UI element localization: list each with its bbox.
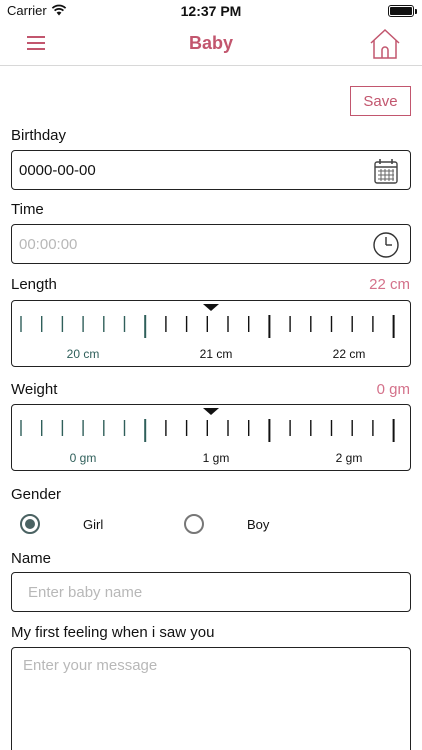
- status-bar: Carrier 12:37 PM: [0, 0, 422, 22]
- weight-ruler[interactable]: 0 gm 1 gm 2 gm: [11, 404, 411, 471]
- birthday-field[interactable]: 0000-00-00: [11, 150, 411, 190]
- clock: 12:37 PM: [180, 3, 242, 19]
- length-ruler[interactable]: 20 cm 21 cm 22 cm: [11, 300, 411, 367]
- girl-label[interactable]: Girl: [83, 517, 103, 532]
- feeling-label: My first feeling when i saw you: [11, 624, 215, 641]
- save-button[interactable]: Save: [350, 86, 411, 116]
- name-label: Name: [11, 550, 52, 567]
- weight-ruler-scale: 0 gm 1 gm 2 gm: [20, 408, 395, 465]
- feeling-placeholder: Enter your message: [23, 657, 158, 674]
- length-label: Length: [11, 276, 57, 293]
- length-value: 22 cm: [369, 276, 410, 293]
- calendar-icon[interactable]: [372, 157, 400, 185]
- clock-icon[interactable]: [372, 231, 400, 259]
- length-ticks: [20, 315, 395, 338]
- nav-bar: Baby: [0, 22, 422, 66]
- weight-value: 0 gm: [376, 381, 410, 398]
- length-pointer-icon: [203, 304, 219, 311]
- birthday-label: Birthday: [11, 127, 67, 144]
- length-scale-label-1: 20 cm: [67, 347, 100, 361]
- length-scale-label-2: 21 cm: [200, 347, 233, 361]
- home-icon[interactable]: [369, 28, 401, 60]
- time-placeholder: 00:00:00: [19, 236, 78, 253]
- girl-radio[interactable]: [20, 514, 40, 534]
- weight-label: Weight: [11, 381, 58, 398]
- length-ruler-scale: 20 cm 21 cm 22 cm: [20, 304, 395, 361]
- weight-ticks: [20, 419, 395, 442]
- boy-radio[interactable]: [184, 514, 204, 534]
- gender-label: Gender: [11, 486, 62, 503]
- boy-label[interactable]: Boy: [247, 517, 269, 532]
- page-title: Baby: [188, 33, 233, 53]
- weight-scale-label-3: 2 gm: [336, 451, 363, 465]
- birthday-value: 0000-00-00: [19, 162, 96, 179]
- weight-scale-label-2: 1 gm: [203, 451, 230, 465]
- time-field[interactable]: 00:00:00: [11, 224, 411, 264]
- weight-scale-label-1: 0 gm: [70, 451, 97, 465]
- time-label: Time: [11, 201, 44, 218]
- feeling-textarea[interactable]: Enter your message: [11, 647, 411, 750]
- length-scale-label-3: 22 cm: [333, 347, 366, 361]
- name-input[interactable]: Enter baby name: [11, 572, 411, 612]
- battery-icon: [388, 5, 417, 17]
- weight-pointer-icon: [203, 408, 219, 415]
- gender-radio-group: Girl Boy: [0, 512, 422, 536]
- name-placeholder: Enter baby name: [28, 584, 143, 601]
- hamburger-icon[interactable]: [27, 36, 45, 50]
